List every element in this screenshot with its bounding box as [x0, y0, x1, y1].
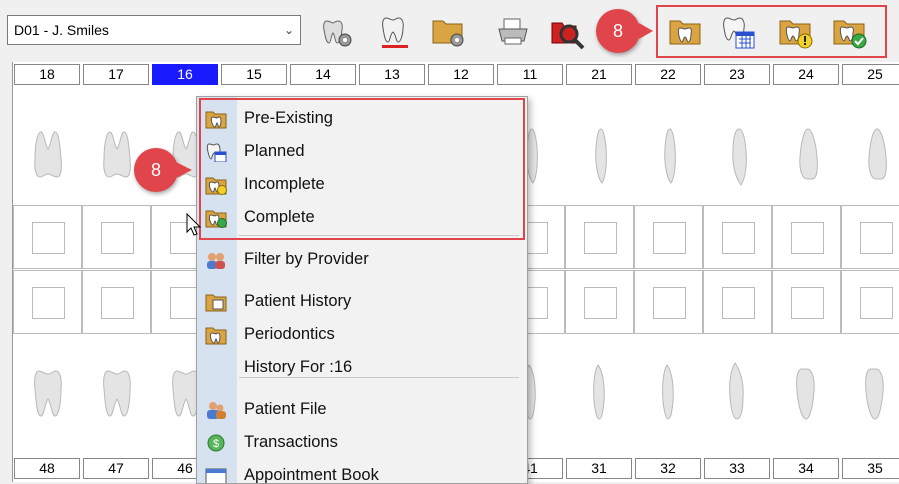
complete-icon: [833, 20, 867, 49]
lower-tooth-35[interactable]: [859, 337, 893, 447]
menu-item-label: Transactions: [244, 433, 338, 451]
upper-tooth-number-25[interactable]: 25: [842, 64, 899, 85]
lower-tooth-number-47[interactable]: 47: [83, 458, 149, 479]
callout-pointer: [176, 162, 192, 178]
planned-button[interactable]: [717, 12, 759, 52]
tooth-surface-cell[interactable]: [565, 270, 634, 334]
upper-tooth-18[interactable]: [31, 116, 65, 196]
search-button[interactable]: [546, 12, 588, 52]
pre-existing-button[interactable]: [665, 12, 707, 52]
tooth-surface-cell[interactable]: [703, 270, 772, 334]
tooth-settings-icon: [323, 20, 352, 47]
tooth-surface-cell[interactable]: [772, 270, 841, 334]
incomplete-icon: [779, 20, 813, 49]
lower-tooth-number-33[interactable]: 33: [704, 458, 770, 479]
lower-tooth-number-31[interactable]: 31: [566, 458, 632, 479]
lower-tooth-number-34[interactable]: 34: [773, 458, 839, 479]
menu-item-periodontics[interactable]: Periodontics: [197, 318, 527, 351]
lower-tooth-47[interactable]: [100, 337, 134, 447]
tooth-surface-cell[interactable]: [565, 205, 634, 269]
upper-tooth-number-21[interactable]: 21: [566, 64, 632, 85]
chevron-down-icon: ⌄: [283, 23, 294, 37]
provider-select[interactable]: D01 - J. Smiles ⌄: [7, 15, 301, 45]
tooth-surface-cell[interactable]: [841, 270, 899, 334]
menu-item-transactions[interactable]: $ Transactions: [197, 426, 527, 459]
menu-item-patient-file[interactable]: Patient File: [197, 393, 527, 426]
upper-tooth-17[interactable]: [100, 116, 134, 196]
tooth-settings-button[interactable]: [316, 12, 358, 52]
lower-tooth-34[interactable]: [790, 337, 824, 447]
pre-existing-icon: [669, 20, 701, 45]
upper-tooth-number-24[interactable]: 24: [773, 64, 839, 85]
filter-provider-icon: [207, 253, 225, 269]
upper-tooth-number-22[interactable]: 22: [635, 64, 701, 85]
mouse-cursor-icon: [186, 213, 202, 236]
transactions-icon: $: [207, 434, 225, 452]
callout-badge-menu: 8: [134, 148, 178, 192]
tooth-surface-cell[interactable]: [82, 205, 151, 269]
upper-tooth-23[interactable]: [721, 116, 755, 196]
upper-tooth-number-14[interactable]: 14: [290, 64, 356, 85]
periodontics-icon: [205, 327, 227, 345]
callout-pointer: [639, 23, 653, 39]
callout-number: 8: [150, 159, 161, 180]
tooth-chart-icon: [382, 17, 408, 48]
menu-item-patient-history[interactable]: Patient History: [197, 285, 527, 318]
lower-tooth-32[interactable]: [652, 337, 686, 447]
menu-item-label: Patient History: [244, 292, 352, 310]
upper-tooth-number-15[interactable]: 15: [221, 64, 287, 85]
search-icon: [551, 22, 585, 50]
callout-number: 8: [612, 20, 623, 41]
upper-tooth-number-16[interactable]: 16: [152, 64, 218, 85]
callout-badge-top: 8: [596, 9, 640, 53]
tooth-surface-cell[interactable]: [634, 205, 703, 269]
lower-tooth-33[interactable]: [721, 337, 755, 447]
menu-item-label: Appointment Book: [244, 466, 379, 484]
lower-tooth-number-32[interactable]: 32: [635, 458, 701, 479]
menu-item-appointment-book[interactable]: Appointment Book: [197, 459, 527, 484]
printer-icon: [498, 18, 528, 45]
appointment-book-icon: [205, 468, 227, 483]
upper-tooth-25[interactable]: [859, 116, 893, 196]
upper-tooth-number-11[interactable]: 11: [497, 64, 563, 85]
complete-button[interactable]: [829, 12, 871, 52]
menu-separator: [239, 377, 519, 378]
tooth-surface-cell[interactable]: [772, 205, 841, 269]
menu-highlight: [199, 98, 525, 240]
upper-tooth-number-23[interactable]: 23: [704, 64, 770, 85]
tooth-chart-button[interactable]: [374, 12, 416, 52]
folder-settings-icon: [432, 20, 464, 47]
upper-tooth-number-13[interactable]: 13: [359, 64, 425, 85]
patient-history-icon: [205, 294, 227, 312]
provider-select-value: D01 - J. Smiles: [14, 22, 109, 38]
lower-tooth-48[interactable]: [31, 337, 65, 447]
upper-tooth-number-12[interactable]: 12: [428, 64, 494, 85]
upper-tooth-number-18[interactable]: 18: [14, 64, 80, 85]
upper-tooth-24[interactable]: [790, 116, 824, 196]
print-button[interactable]: [492, 12, 534, 52]
tooth-surface-cell[interactable]: [13, 205, 82, 269]
planned-icon: [723, 17, 755, 49]
upper-tooth-21[interactable]: [583, 116, 617, 196]
tooth-surface-cell[interactable]: [13, 270, 82, 334]
menu-item-label: Periodontics: [244, 325, 335, 343]
menu-item-label: Filter by Provider: [244, 250, 369, 268]
upper-tooth-22[interactable]: [652, 116, 686, 196]
lower-tooth-number-48[interactable]: 48: [14, 458, 80, 479]
menu-item-history-for-16[interactable]: History For :16: [197, 351, 527, 384]
lower-tooth-number-35[interactable]: 35: [842, 458, 899, 479]
menu-item-label: History For :16: [244, 358, 353, 376]
tooth-surface-cell[interactable]: [634, 270, 703, 334]
menu-item-filter-by-provider[interactable]: Filter by Provider: [197, 243, 527, 276]
tooth-surface-cell[interactable]: [703, 205, 772, 269]
tooth-surface-cell[interactable]: [841, 205, 899, 269]
upper-tooth-number-17[interactable]: 17: [83, 64, 149, 85]
lower-tooth-31[interactable]: [583, 337, 617, 447]
incomplete-button[interactable]: [775, 12, 817, 52]
tooth-surface-cell[interactable]: [82, 270, 151, 334]
menu-item-label: Patient File: [244, 400, 327, 418]
folder-settings-button[interactable]: [428, 12, 470, 52]
svg-text:$: $: [213, 438, 219, 450]
patient-file-icon: [207, 402, 226, 419]
